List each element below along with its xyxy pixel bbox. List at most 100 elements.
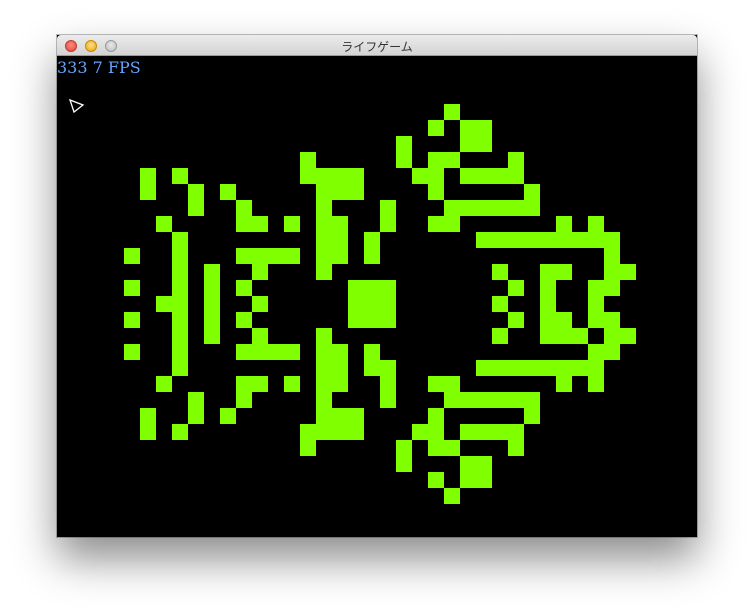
live-cell [492,296,508,312]
live-cell [588,280,604,296]
live-cell [140,168,156,184]
live-cell [188,200,204,216]
live-cell [476,120,492,136]
live-cell [332,376,348,392]
live-cell [204,328,220,344]
live-cell [476,456,492,472]
live-cell [460,120,476,136]
live-cell [556,216,572,232]
live-cell [476,392,492,408]
live-cell [476,200,492,216]
live-cell [252,328,268,344]
live-cell [172,168,188,184]
live-cell [508,424,524,440]
live-cell [332,408,348,424]
live-cell [172,248,188,264]
live-cell [236,392,252,408]
live-cell [508,168,524,184]
live-cell [492,392,508,408]
live-cell [364,232,380,248]
live-cell [492,424,508,440]
live-cell [188,408,204,424]
live-cell [540,264,556,280]
live-cell [444,440,460,456]
life-grid[interactable] [57,56,697,537]
live-cell [236,248,252,264]
live-cell [428,184,444,200]
live-cell [460,392,476,408]
live-cell [540,280,556,296]
live-cell [428,376,444,392]
live-cell [252,344,268,360]
live-cell [332,232,348,248]
live-cell [172,280,188,296]
live-cell [332,216,348,232]
live-cell [396,152,412,168]
live-cell [188,184,204,200]
live-cell [604,280,620,296]
live-cell [316,392,332,408]
live-cell [348,296,364,312]
live-cell [476,232,492,248]
live-cell [380,200,396,216]
live-cell [140,184,156,200]
live-cell [508,392,524,408]
live-cell [508,232,524,248]
live-cell [220,184,236,200]
live-cell [204,296,220,312]
live-cell [524,232,540,248]
live-cell [316,328,332,344]
live-cell [572,328,588,344]
live-cell [156,216,172,232]
live-cell [428,216,444,232]
game-canvas[interactable]: 333 7 FPS [57,56,697,537]
live-cell [412,168,428,184]
live-cell [316,376,332,392]
live-cell [156,376,172,392]
live-cell [380,312,396,328]
live-cell [540,296,556,312]
live-cell [588,376,604,392]
live-cell [476,360,492,376]
live-cell [444,200,460,216]
live-cell [444,488,460,504]
live-cell [268,248,284,264]
live-cell [428,424,444,440]
live-cell [588,360,604,376]
live-cell [428,408,444,424]
live-cell [252,248,268,264]
live-cell [492,232,508,248]
live-cell [460,136,476,152]
live-cell [508,280,524,296]
live-cell [396,440,412,456]
live-cell [524,184,540,200]
live-cell [236,216,252,232]
live-cell [172,328,188,344]
live-cell [492,328,508,344]
live-cell [620,264,636,280]
live-cell [604,232,620,248]
live-cell [348,312,364,328]
live-cell [172,312,188,328]
live-cell [508,152,524,168]
live-cell [428,440,444,456]
live-cell [124,248,140,264]
live-cell [540,328,556,344]
title-bar[interactable]: ライフゲーム [57,35,697,56]
live-cell [428,472,444,488]
live-cell [316,184,332,200]
live-cell [124,312,140,328]
live-cell [380,216,396,232]
live-cell [460,168,476,184]
live-cell [316,216,332,232]
live-cell [332,360,348,376]
live-cell [380,280,396,296]
live-cell [300,440,316,456]
live-cell [428,168,444,184]
live-cell [348,408,364,424]
live-cell [604,344,620,360]
live-cell [332,344,348,360]
live-cell [604,312,620,328]
live-cell [236,280,252,296]
live-cell [348,280,364,296]
